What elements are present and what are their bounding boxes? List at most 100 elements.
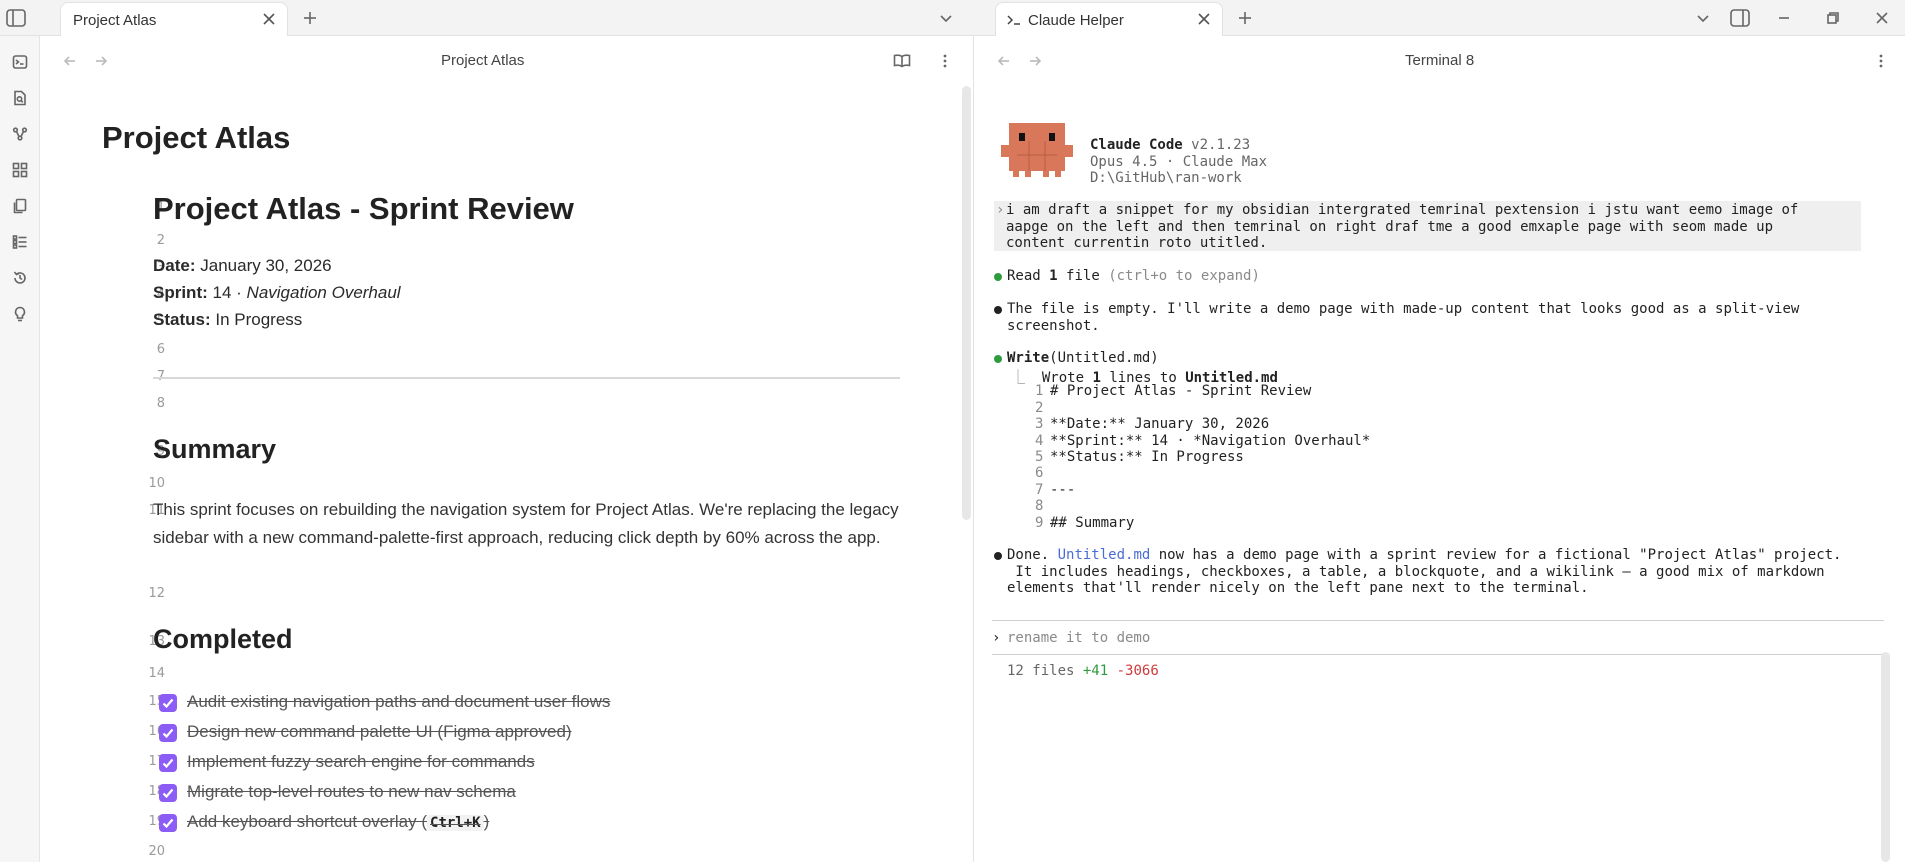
tree-branch-icon: ⎿ (1011, 370, 1025, 386)
more-options-icon[interactable] (934, 50, 956, 72)
close-icon[interactable] (1196, 11, 1212, 27)
meta-sprint-name: Navigation Overhaul (246, 283, 401, 302)
diff-line-number: 1 (1035, 383, 1044, 399)
assistant-done-line: It includes headings, checkboxes, a tabl… (1007, 564, 1825, 580)
line-number: 8 (156, 396, 165, 411)
assistant-done-line: Done. Untitled.md now has a demo page wi… (1007, 547, 1841, 563)
more-options-icon[interactable] (1870, 50, 1892, 72)
assistant-done-line: elements that'll render nicely on the le… (1007, 580, 1589, 596)
history-icon[interactable] (9, 267, 31, 289)
minimize-icon[interactable] (1773, 7, 1795, 29)
checkbox-checked-icon[interactable] (159, 784, 177, 802)
tool-read-noun: file (1066, 268, 1100, 284)
chevron-down-icon[interactable] (1692, 7, 1714, 29)
bullet-dark-icon (994, 552, 1002, 560)
summary-paragraph[interactable]: This sprint focuses on rebuilding the na… (153, 496, 913, 552)
checkbox-checked-icon[interactable] (159, 694, 177, 712)
new-tab-plus-icon[interactable] (299, 7, 321, 29)
meta-sprint-key: Sprint: (153, 283, 208, 302)
lightbulb-icon[interactable] (9, 303, 31, 325)
prompt-input[interactable]: rename it to demo (1007, 630, 1150, 646)
scrollbar[interactable] (962, 86, 971, 520)
input-top-border (992, 620, 1884, 621)
checkbox-checked-icon[interactable] (159, 814, 177, 832)
diff-line-number: 3 (1035, 416, 1044, 432)
back-arrow-icon[interactable] (59, 50, 81, 72)
line-number: 14 (148, 666, 165, 681)
line-number: 17 (148, 754, 165, 769)
graph-view-icon[interactable] (9, 123, 31, 145)
line-number: 10 (148, 476, 165, 491)
horizontal-rule (153, 377, 900, 379)
diff-line-number: 4 (1035, 433, 1044, 449)
prompt-chevron-icon: › (996, 202, 1005, 218)
completed-heading[interactable]: Completed (153, 624, 293, 655)
line-number: 12 (148, 586, 165, 601)
search-file-icon[interactable] (9, 87, 31, 109)
task-label: Migrate top-level routes to new nav sche… (187, 782, 516, 801)
tab-claude-helper[interactable]: Claude Helper (995, 2, 1223, 36)
reading-view-book-icon[interactable] (891, 50, 913, 72)
claude-mascot-icon (1001, 121, 1073, 182)
tool-read-hint: (ctrl+o to expand) (1108, 268, 1260, 284)
line-number: 18 (148, 784, 165, 799)
copy-pages-icon[interactable] (9, 195, 31, 217)
sidebar-toggle-icon[interactable] (5, 7, 27, 29)
meta-sprint-line[interactable]: Sprint: 14 · Navigation Overhaul (153, 283, 401, 303)
bullet-green-icon (994, 273, 1002, 281)
tool-read-line[interactable]: Read 1 file (ctrl+o to expand) (1007, 268, 1260, 284)
meta-date-line[interactable]: Date: January 30, 2026 (153, 256, 332, 276)
checkbox-checked-icon[interactable] (159, 724, 177, 742)
tab-label: Project Atlas (73, 12, 157, 29)
scrollbar[interactable] (1881, 652, 1890, 862)
back-arrow-icon[interactable] (993, 50, 1015, 72)
close-icon[interactable] (261, 11, 277, 27)
right-sidebar-toggle-icon[interactable] (1729, 7, 1751, 29)
user-message-line: i am draft a snippet for my obsidian int… (1006, 202, 1799, 218)
status-line: 12 files +41 -3066 (1007, 663, 1159, 679)
task-label-text: Add keyboard shortcut overlay ( (187, 812, 428, 831)
left-ribbon (0, 36, 40, 862)
diff-line: ## Summary (1050, 515, 1135, 531)
view-header-title[interactable]: Terminal 8 (1405, 52, 1474, 69)
new-tab-plus-icon[interactable] (1234, 7, 1256, 29)
file-link[interactable]: Untitled.md (1058, 547, 1151, 563)
forward-arrow-icon[interactable] (90, 50, 112, 72)
user-message-line: content currentin roto utitled. (1006, 235, 1268, 251)
diff-line: **Sprint:** 14 · *Navigation Overhaul* (1050, 433, 1371, 449)
diff-line: **Date:** January 30, 2026 (1050, 416, 1270, 432)
restore-window-icon[interactable] (1822, 7, 1844, 29)
tool-write-arg: (Untitled.md) (1049, 350, 1159, 366)
line-number: 15 (148, 694, 165, 709)
meta-status-line[interactable]: Status: In Progress (153, 310, 302, 330)
note-heading-1[interactable]: Project Atlas - Sprint Review (153, 191, 574, 227)
diff-line-number: 8 (1035, 498, 1044, 514)
chevron-down-icon[interactable] (935, 7, 957, 29)
diff-line-number: 6 (1035, 465, 1044, 481)
tab-project-atlas[interactable]: Project Atlas (60, 2, 288, 36)
meta-status-value: In Progress (215, 310, 303, 329)
diff-line-number: 9 (1035, 515, 1044, 531)
close-window-icon[interactable] (1871, 7, 1893, 29)
forward-arrow-icon[interactable] (1024, 50, 1046, 72)
meta-date-value: January 30, 2026 (200, 256, 332, 275)
inline-title[interactable]: Project Atlas (102, 120, 290, 156)
list-icon[interactable] (9, 231, 31, 253)
meta-date-key: Date: (153, 256, 196, 275)
app-name-line: Claude Code v2.1.23 (1090, 137, 1250, 153)
line-number: 16 (148, 724, 165, 739)
view-header-title[interactable]: Project Atlas (441, 52, 524, 69)
terminal-icon[interactable] (9, 51, 31, 73)
tool-write-line[interactable]: Write(Untitled.md) (1007, 350, 1159, 366)
task-label: Audit existing navigation paths and docu… (187, 692, 611, 711)
checkbox-checked-icon[interactable] (159, 754, 177, 772)
canvas-grid-icon[interactable] (9, 159, 31, 181)
task-label: Add keyboard shortcut overlay (Ctrl+K) (187, 812, 489, 832)
input-bottom-border (992, 654, 1884, 655)
meta-status-key: Status: (153, 310, 211, 329)
assistant-reply-line: screenshot. (1007, 318, 1100, 334)
tool-read-count: 1 (1049, 268, 1058, 284)
user-message-block: › i am draft a snippet for my obsidian i… (994, 201, 1861, 251)
tool-write-verb: Write (1007, 350, 1050, 366)
summary-heading[interactable]: Summary (153, 434, 276, 465)
